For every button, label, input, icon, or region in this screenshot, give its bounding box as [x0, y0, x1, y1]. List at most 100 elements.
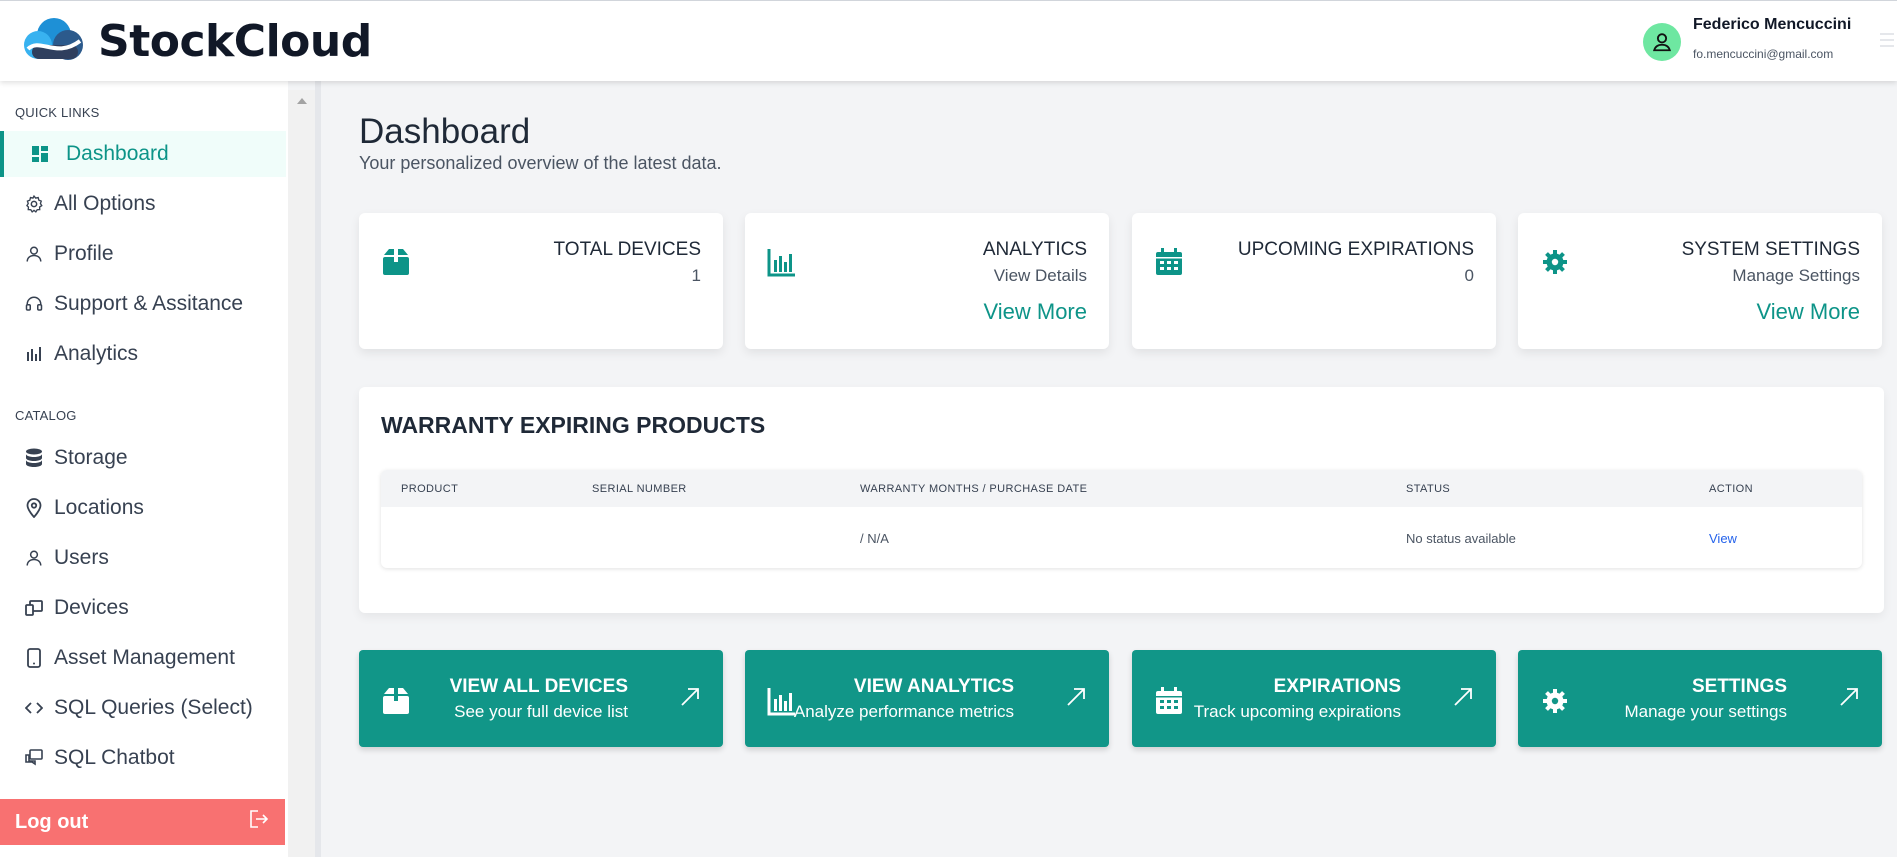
avatar[interactable]: [1643, 23, 1681, 61]
scroll-up-icon[interactable]: [297, 98, 307, 104]
arrow-up-right-icon: [1067, 688, 1085, 706]
user-email: fo.mencuccini@gmail.com: [1693, 47, 1834, 61]
headset-icon: [24, 294, 44, 314]
button-subtitle: See your full device list: [454, 702, 628, 721]
database-icon: [24, 448, 44, 468]
button-title: VIEW ALL DEVICES: [449, 676, 628, 697]
sidebar-item-label: SQL Chatbot: [54, 746, 175, 769]
card-title: UPCOMING EXPIRATIONS: [1237, 239, 1474, 260]
calendar-icon: [1156, 248, 1182, 275]
bar-chart-icon: [24, 344, 44, 364]
gear-icon: [24, 194, 44, 214]
user-icon: [24, 548, 44, 568]
expirations-button[interactable]: EXPIRATIONS Track upcoming expirations: [1132, 650, 1496, 747]
top-header: StockCloud Federico Mencuccini fo.mencuc…: [0, 0, 1897, 81]
button-subtitle: Track upcoming expirations: [1193, 702, 1401, 721]
brand-logo[interactable]: StockCloud: [20, 15, 372, 67]
column-header-status: STATUS: [1406, 483, 1451, 495]
cell-warranty: / N/A: [860, 531, 889, 546]
section-title-catalog: CATALOG: [15, 408, 77, 423]
page-subtitle: Your personalized overview of the latest…: [359, 153, 722, 173]
user-icon: [24, 244, 44, 264]
arrow-up-right-icon: [1840, 688, 1858, 706]
bar-chart-icon: [767, 249, 795, 277]
button-title: EXPIRATIONS: [1273, 676, 1401, 697]
user-icon: [1652, 33, 1672, 52]
user-name: Federico Mencuccini: [1693, 16, 1852, 33]
table-row: / N/A No status available View: [381, 507, 1862, 568]
sidebar: QUICK LINKS Dashboard All Options Profil…: [0, 81, 288, 857]
sidebar-item-analytics[interactable]: Analytics: [0, 331, 286, 377]
box-icon: [383, 688, 409, 714]
warranty-panel: WARRANTY EXPIRING PRODUCTS PRODUCT SERIA…: [359, 387, 1884, 613]
view-analytics-button[interactable]: VIEW ANALYTICS Analyze performance metri…: [745, 650, 1109, 747]
table-header: PRODUCT SERIAL NUMBER WARRANTY MONTHS / …: [381, 470, 1862, 507]
card-title: ANALYTICS: [982, 239, 1087, 260]
settings-button[interactable]: SETTINGS Manage your settings: [1518, 650, 1882, 747]
section-title-quick-links: QUICK LINKS: [15, 105, 100, 120]
sidebar-item-support[interactable]: Support & Assitance: [0, 281, 286, 327]
button-title: SETTINGS: [1691, 676, 1787, 697]
page-title: Dashboard: [359, 112, 531, 151]
card-subtitle: View Details: [993, 266, 1087, 285]
calendar-icon: [1156, 687, 1182, 714]
card-system-settings[interactable]: SYSTEM SETTINGS Manage Settings View Mor…: [1518, 213, 1882, 349]
sidebar-item-label: Support & Assitance: [54, 292, 244, 315]
column-header-product: PRODUCT: [401, 483, 459, 495]
sidebar-item-asset-management[interactable]: Asset Management: [0, 635, 286, 681]
view-all-devices-button[interactable]: VIEW ALL DEVICES See your full device li…: [359, 650, 723, 747]
sidebar-item-label: Asset Management: [54, 646, 235, 669]
card-analytics[interactable]: ANALYTICS View Details View More: [745, 213, 1109, 349]
sidebar-item-sql-queries[interactable]: SQL Queries (Select): [0, 685, 286, 731]
column-header-warranty: WARRANTY MONTHS / PURCHASE DATE: [860, 483, 1088, 495]
sidebar-item-sql-chatbot[interactable]: SQL Chatbot: [0, 735, 286, 781]
view-link[interactable]: View: [1709, 531, 1737, 546]
sidebar-item-label: Profile: [54, 242, 114, 265]
column-header-serial: SERIAL NUMBER: [592, 483, 687, 495]
cell-status: No status available: [1406, 531, 1516, 546]
dashboard-icon: [30, 144, 50, 164]
view-more-link[interactable]: View More: [1756, 299, 1860, 325]
sidebar-divider: [315, 81, 321, 857]
menu-icon[interactable]: [1880, 33, 1894, 51]
card-value: 0: [1464, 266, 1474, 285]
card-title: TOTAL DEVICES: [553, 239, 701, 260]
sidebar-item-dashboard[interactable]: Dashboard: [0, 131, 286, 177]
sidebar-item-all-options[interactable]: All Options: [0, 181, 286, 227]
sidebar-item-label: Dashboard: [66, 142, 169, 165]
arrow-up-right-icon: [1454, 688, 1472, 706]
gear-icon: [1543, 689, 1567, 713]
sidebar-item-label: Locations: [54, 496, 144, 519]
arrow-up-right-icon: [681, 688, 699, 706]
view-more-link[interactable]: View More: [983, 299, 1087, 325]
card-total-devices[interactable]: TOTAL DEVICES 1: [359, 213, 723, 349]
card-value: 1: [691, 266, 701, 285]
sidebar-item-label: SQL Queries (Select): [54, 696, 253, 719]
sidebar-item-storage[interactable]: Storage: [0, 435, 286, 481]
sidebar-item-label: Users: [54, 546, 109, 569]
warranty-title: WARRANTY EXPIRING PRODUCTS: [381, 412, 766, 438]
cloud-logo-icon: [24, 18, 83, 60]
sidebar-item-users[interactable]: Users: [0, 535, 286, 581]
card-subtitle: Manage Settings: [1732, 266, 1860, 285]
sidebar-scrollbar[interactable]: [288, 90, 315, 857]
sidebar-item-profile[interactable]: Profile: [0, 231, 286, 277]
button-title: VIEW ANALYTICS: [853, 676, 1014, 697]
sidebar-item-label: All Options: [54, 192, 156, 215]
brand-name: StockCloud: [98, 15, 372, 67]
logout-label: Log out: [15, 810, 89, 833]
sidebar-item-devices[interactable]: Devices: [0, 585, 286, 631]
sidebar-item-locations[interactable]: Locations: [0, 485, 286, 531]
column-header-action: ACTION: [1709, 483, 1753, 495]
sidebar-item-label: Analytics: [54, 342, 139, 365]
card-upcoming-expirations[interactable]: UPCOMING EXPIRATIONS 0: [1132, 213, 1496, 349]
box-icon: [383, 249, 409, 275]
warranty-table: PRODUCT SERIAL NUMBER WARRANTY MONTHS / …: [381, 470, 1862, 568]
sidebar-item-label: Devices: [54, 596, 129, 619]
sidebar-item-label: Storage: [54, 446, 128, 469]
devices-icon: [24, 598, 44, 618]
button-subtitle: Manage your settings: [1624, 702, 1787, 721]
logout-button[interactable]: Log out: [0, 799, 285, 845]
user-menu[interactable]: Federico Mencuccini fo.mencuccini@gmail.…: [1643, 15, 1851, 61]
bar-chart-icon: [767, 688, 795, 716]
